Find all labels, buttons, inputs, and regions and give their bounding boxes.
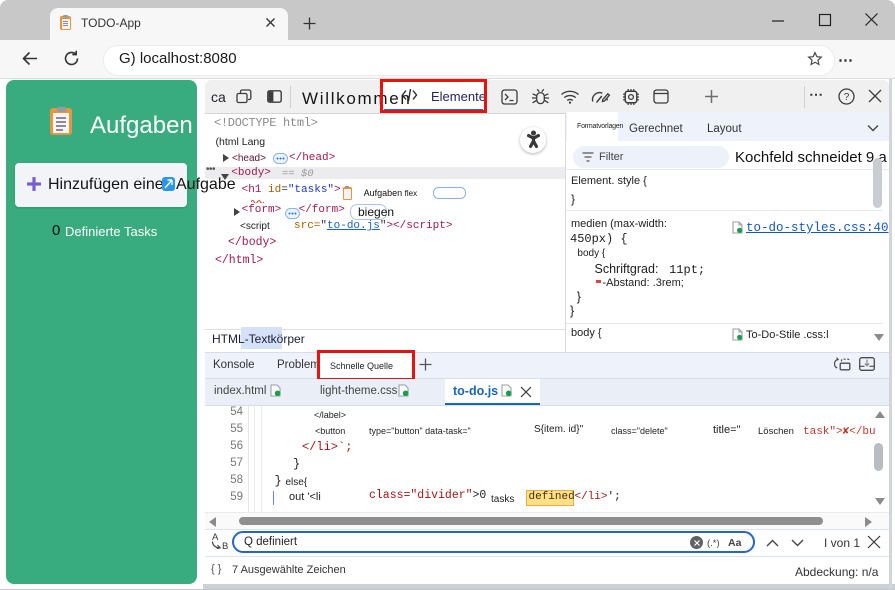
svg-text:?: ?: [844, 92, 850, 103]
